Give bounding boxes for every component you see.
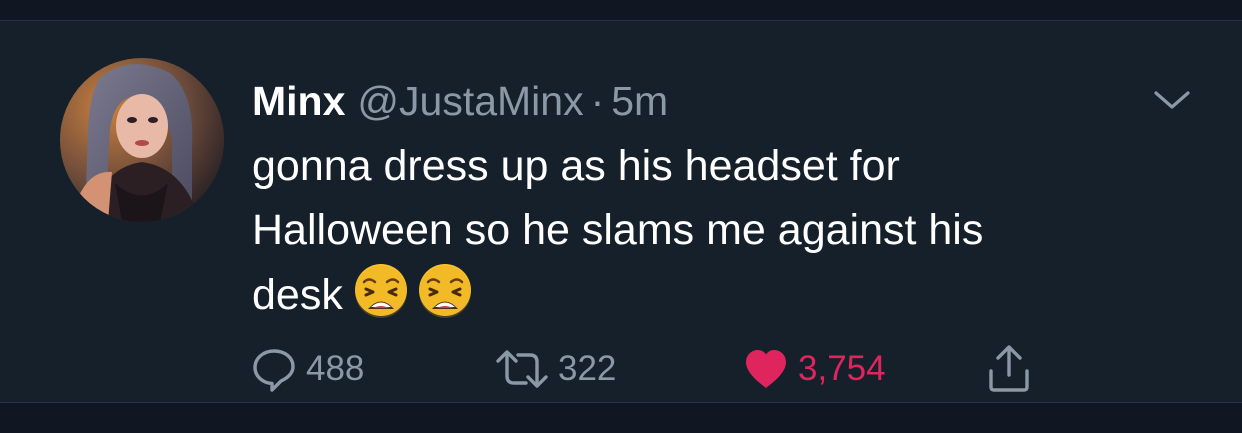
- tweet-header: Minx @JustaMinx · 5m: [252, 71, 668, 131]
- share-icon: [989, 345, 1029, 392]
- display-name[interactable]: Minx: [252, 78, 345, 124]
- share-button[interactable]: [983, 341, 1035, 397]
- reply-count: 488: [306, 349, 365, 388]
- separator-dot: ·: [590, 78, 605, 124]
- avatar[interactable]: [60, 58, 224, 222]
- tweet-text-line-with-emoji: desk: [252, 262, 1152, 327]
- chevron-down-icon[interactable]: [1152, 85, 1192, 115]
- reply-icon: [253, 349, 295, 392]
- tweet-text-word: desk: [252, 271, 343, 319]
- retweet-icon: [496, 350, 548, 388]
- like-count: 3,754: [798, 349, 886, 388]
- tweet-card[interactable]: Minx @JustaMinx · 5m gonna dress up as his …: [0, 21, 1242, 402]
- heart-icon: [746, 350, 786, 388]
- timestamp[interactable]: 5m: [611, 78, 668, 124]
- like-button[interactable]: 3,754: [742, 341, 886, 397]
- tweet-text-line: Halloween so he slams me against his: [252, 206, 984, 254]
- top-strip: [0, 0, 1242, 21]
- weary-face-emoji: [418, 264, 471, 318]
- tweet-text: gonna dress up as his headset for Hallow…: [252, 134, 1152, 327]
- user-handle[interactable]: @JustaMinx: [357, 78, 583, 124]
- avatar-image: [60, 58, 224, 222]
- weary-face-emoji: [354, 264, 407, 318]
- retweet-count: 322: [558, 349, 617, 388]
- bottom-strip: [0, 403, 1242, 433]
- tweet-text-line: gonna dress up as his headset for: [252, 142, 900, 190]
- reply-button[interactable]: 488: [250, 341, 364, 397]
- retweet-button[interactable]: 322: [494, 341, 616, 397]
- tweet-actions: 488 322 3,754: [0, 341, 1242, 397]
